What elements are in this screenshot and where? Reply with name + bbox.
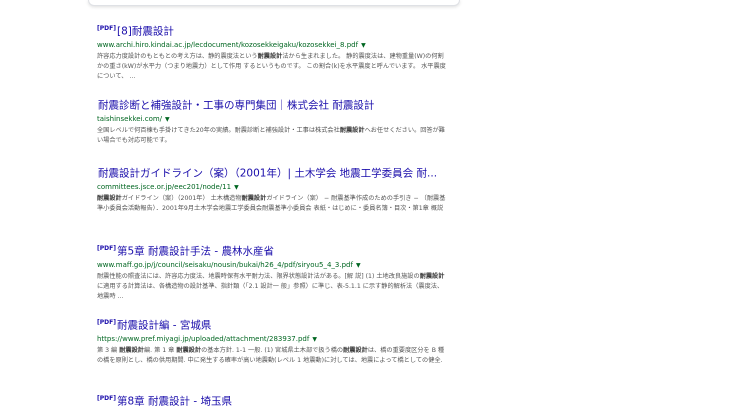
snippet-highlight: 耐震設計 — [119, 346, 144, 354]
snippet-highlight: 耐震設計 — [419, 272, 445, 280]
pdf-badge: [PDF] — [97, 245, 116, 252]
result-url: taishinsekkei.com/ — [97, 114, 163, 123]
snippet-text: に適用する計算法は、各構造物の設計基準、指針類（「2.1 設計一 般」参照）に準… — [97, 282, 444, 300]
result-url: committees.jsce.or.jp/eec201/node/11 — [97, 182, 232, 191]
snippet-highlight: 耐震設計 — [176, 346, 202, 354]
result-url-line: https://www.pref.miyagi.jp/uploaded/atta… — [97, 334, 447, 345]
search-result: [PDF]第5章 耐震設計手法 - 農林水産省 www.maff.go.jp/j… — [97, 242, 447, 316]
result-title-link[interactable]: 耐震診断と補強設計・工事の専門集団｜株式会社 耐震設計 — [97, 96, 447, 113]
pdf-badge: [PDF] — [97, 25, 116, 32]
result-url: www.maff.go.jp/j/council/seisaku/nousin/… — [97, 260, 353, 269]
result-title-link[interactable]: [PDF]第8章 耐震設計 - 埼玉県 — [97, 392, 447, 409]
result-snippet: 全国レベルで何百棟も手掛けてきた20年の実績。耐震診断と補強設計・工事は株式会社… — [97, 126, 447, 146]
result-snippet: 耐震性能の照査法には、許容応力度法、地震時保有水平耐力法、限界状態設計法がある。… — [97, 272, 447, 302]
result-url: https://www.pref.miyagi.jp/uploaded/atta… — [97, 334, 310, 343]
result-url: www.archi.hiro.kindai.ac.jp/lecdocument/… — [97, 40, 359, 49]
snippet-text: 全国レベルで何百棟も手掛けてきた20年の実績。耐震診断と補強設計・工事は株式会社 — [97, 126, 340, 134]
result-title-link[interactable]: [PDF]耐震設計編 - 宮城県 — [97, 316, 447, 333]
caret-down-icon[interactable]: ▼ — [165, 116, 170, 123]
result-title: 第8章 耐震設計 - 埼玉県 — [116, 395, 232, 408]
result-url-line: www.archi.hiro.kindai.ac.jp/lecdocument/… — [97, 40, 447, 51]
snippet-highlight: 耐震設計 — [241, 194, 267, 202]
result-snippet: 許容応力度設計のもともとの考え方は、静的震度法という耐震設計法から生まれました。… — [97, 52, 447, 82]
result-url-line: committees.jsce.or.jp/eec201/node/11 ▼ — [97, 182, 447, 193]
search-result: [PDF][8]耐震設計 www.archi.hiro.kindai.ac.jp… — [97, 22, 447, 96]
snippet-highlight: 耐震設計 — [343, 346, 368, 354]
search-result: 耐震設計ガイドライン（案）（2001年）| 土木学会 地震工学委員会 耐... … — [97, 164, 447, 242]
result-title: 耐震設計ガイドライン（案）（2001年）| 土木学会 地震工学委員会 耐... — [98, 167, 438, 180]
snippet-highlight: 耐震設計 — [339, 126, 365, 134]
result-title: [8]耐震設計 — [116, 25, 174, 38]
result-title-link[interactable]: [PDF][8]耐震設計 — [97, 22, 447, 39]
result-snippet: 第 3 編 耐震設計編. 第 1 章 耐震設計の基本方針. 1-1 一般. (1… — [97, 346, 447, 366]
result-title: 耐震診断と補強設計・工事の専門集団｜株式会社 耐震設計 — [98, 99, 375, 112]
snippet-highlight: 耐震設計 — [97, 194, 122, 202]
snippet-text: 編. 第 1 章 — [143, 346, 177, 354]
result-title-link[interactable]: 耐震設計ガイドライン（案）（2001年）| 土木学会 地震工学委員会 耐... — [97, 164, 447, 181]
snippet-text: 第 3 編 — [97, 346, 120, 354]
pdf-badge: [PDF] — [97, 319, 116, 326]
snippet-highlight: 耐震設計 — [257, 52, 283, 60]
caret-down-icon[interactable]: ▼ — [312, 336, 317, 343]
snippet-text: の基本方針. 1-1 一般. (1) 宮城県土木部で扱う橋の — [201, 346, 344, 354]
snippet-text: ガイドライン（案）（2001年） 土木構造物 — [121, 194, 242, 202]
search-results: [PDF][8]耐震設計 www.archi.hiro.kindai.ac.jp… — [97, 22, 447, 408]
result-title: 第5章 耐震設計手法 - 農林水産省 — [116, 245, 274, 258]
result-snippet: 耐震設計ガイドライン（案）（2001年） 土木構造物耐震設計ガイドライン（案） … — [97, 194, 447, 214]
search-box-bottom-edge — [88, 0, 460, 6]
snippet-text: 耐震性能の照査法には、許容応力度法、地震時保有水平耐力法、限界状態設計法がある。… — [97, 272, 420, 280]
caret-down-icon[interactable]: ▼ — [361, 42, 366, 49]
result-url-line: www.maff.go.jp/j/council/seisaku/nousin/… — [97, 260, 447, 271]
result-title: 耐震設計編 - 宮城県 — [116, 319, 212, 332]
search-result: [PDF]第8章 耐震設計 - 埼玉県 — [97, 392, 447, 408]
caret-down-icon[interactable]: ▼ — [234, 184, 239, 191]
result-title-link[interactable]: [PDF]第5章 耐震設計手法 - 農林水産省 — [97, 242, 447, 259]
pdf-badge: [PDF] — [97, 395, 116, 402]
search-result: [PDF]耐震設計編 - 宮城県 https://www.pref.miyagi… — [97, 316, 447, 392]
snippet-text: 許容応力度設計のもともとの考え方は、静的震度法という — [97, 52, 258, 60]
result-url-line: taishinsekkei.com/▼ — [97, 114, 447, 125]
search-result: 耐震診断と補強設計・工事の専門集団｜株式会社 耐震設計 taishinsekke… — [97, 96, 447, 164]
caret-down-icon[interactable]: ▼ — [356, 262, 361, 269]
